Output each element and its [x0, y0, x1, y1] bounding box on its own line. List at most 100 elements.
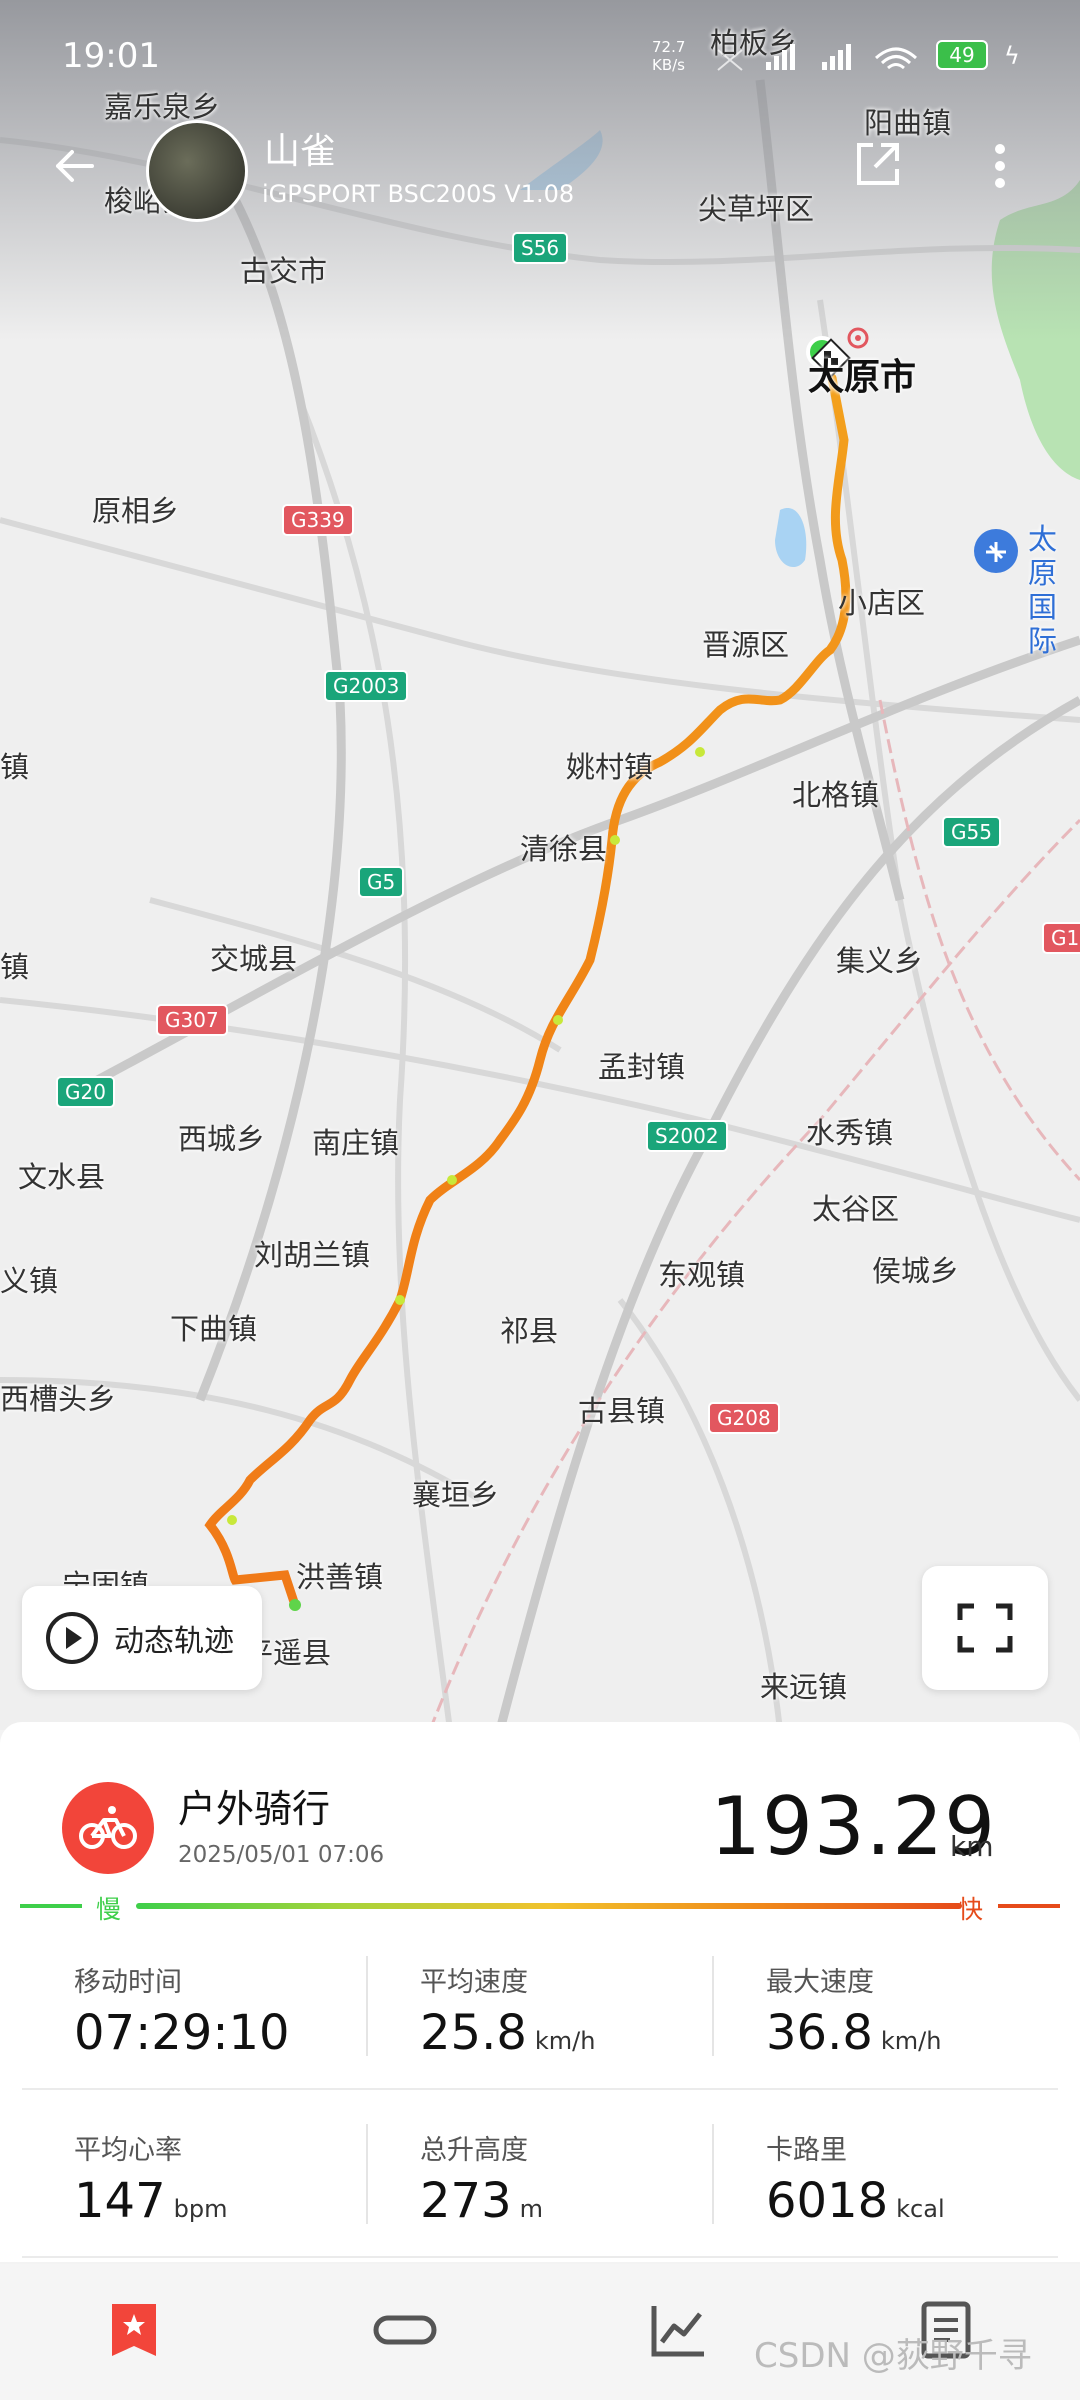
stat-label: 移动时间 [74, 1967, 182, 1998]
status-time: 19:01 [62, 36, 160, 76]
map-label: 孟封镇 [598, 1050, 686, 1084]
activity-date: 2025/05/01 07:06 [178, 1842, 385, 1868]
dynamic-track-label: 动态轨迹 [114, 1624, 234, 1659]
stat-unit: m [519, 2195, 544, 2223]
road-shield: S2002 [646, 1120, 728, 1152]
status-icons [717, 44, 918, 71]
play-icon [46, 1612, 98, 1664]
nav-loop[interactable] [372, 2300, 437, 2360]
nav-bookmark[interactable] [104, 2300, 164, 2360]
back-arrow-icon [56, 150, 94, 182]
map-label: 下曲镇 [170, 1312, 258, 1346]
road-shield: G20 [56, 1076, 115, 1108]
user-name: 山雀 [264, 131, 337, 172]
back-button[interactable] [44, 136, 104, 196]
stat-label: 平均心率 [74, 2135, 182, 2166]
city-label-taiyuan: 太原市 [808, 357, 917, 398]
device-name: iGPSPORT BSC200S V1.08 [262, 180, 575, 208]
chart-icon [651, 2306, 704, 2357]
map-label: 水秀镇 [806, 1116, 894, 1150]
watermark: CSDN @荻野千寻 [754, 2336, 1032, 2376]
bike-icon [79, 1806, 137, 1849]
wifi-icon [874, 47, 918, 70]
route-map[interactable]: 嘉乐泉乡 梭峪乡 古交市 柏板乡 阳曲镇 尖草坪区 太原市 原相乡 太原国际 小… [0, 0, 1080, 1730]
map-label: 交城县 [210, 942, 298, 976]
stat-unit: km/h [880, 2027, 942, 2055]
road-shield: G208 [708, 1402, 780, 1434]
map-label: 镇 [0, 950, 30, 984]
map-label: 古县镇 [578, 1394, 666, 1428]
stat-avg-heart-rate: 平均心率 147 bpm [74, 2128, 374, 2229]
map-label: 祁县 [500, 1314, 559, 1348]
stat-value: 07:29:10 [74, 2005, 290, 2061]
dynamic-track-button[interactable]: 动态轨迹 [22, 1586, 262, 1690]
more-icon [995, 144, 1005, 188]
activity-type-badge [62, 1782, 154, 1874]
map-label: 集义乡 [836, 944, 924, 978]
distance-unit: km [950, 1830, 994, 1863]
legend-line-fast [998, 1904, 1060, 1908]
airport-label: 太原国际 [1028, 522, 1058, 658]
share-button[interactable] [850, 136, 906, 192]
map-label: 西城乡 [178, 1122, 266, 1156]
battery-indicator: 49 [936, 40, 988, 70]
map-label: 东观镇 [658, 1258, 746, 1292]
map-label: 文水县 [18, 1160, 106, 1194]
map-label: 刘胡兰镇 [254, 1238, 371, 1272]
stat-label: 总升高度 [420, 2135, 528, 2166]
bookmark-icon [112, 2304, 156, 2356]
legend-fast-label: 快 [958, 1895, 984, 1924]
stat-value: 6018 [766, 2173, 889, 2229]
road-shield: G10 [1042, 922, 1080, 954]
road-shield: G307 [156, 1004, 228, 1036]
net-speed: 72.7 KB/s [652, 38, 685, 74]
stat-unit: bpm [173, 2195, 228, 2223]
divider [366, 1956, 368, 2056]
nav-chart[interactable] [648, 2300, 708, 2360]
map-label: 原相乡 [92, 494, 180, 528]
loop-icon [373, 2315, 437, 2345]
stat-label: 平均速度 [420, 1967, 528, 1998]
more-button[interactable] [982, 136, 1018, 196]
speed-legend: 慢 快 [20, 1895, 1060, 1926]
map-label: 镇 [0, 750, 30, 784]
net-speed-unit: KB/s [652, 56, 685, 74]
map-label: 北格镇 [792, 778, 880, 812]
legend-line-slow [20, 1904, 82, 1908]
share-icon [857, 143, 899, 185]
road-shield: G55 [942, 816, 1001, 848]
map-label: 晋源区 [702, 628, 790, 662]
stat-moving-time: 移动时间 07:29:10 [74, 1960, 374, 2061]
map-label: 来远镇 [760, 1670, 848, 1704]
row-divider [22, 2088, 1058, 2090]
activity-name: 户外骑行 [178, 1787, 331, 1831]
road-shield: S56 [512, 232, 569, 264]
divider [366, 2124, 368, 2224]
map-label: 古交市 [240, 254, 328, 288]
stat-elevation-gain: 总升高度 273 m [420, 2128, 720, 2229]
road-shield: G5 [358, 866, 405, 898]
stat-unit: km/h [534, 2027, 596, 2055]
legend-gradient [136, 1903, 962, 1909]
map-label: 姚村镇 [566, 750, 654, 784]
map-label: 尖草坪区 [698, 192, 815, 226]
road-shield: G339 [282, 504, 354, 536]
map-label: 襄垣乡 [412, 1478, 500, 1512]
map-label: 洪善镇 [296, 1560, 384, 1594]
stat-value: 36.8 [766, 2005, 873, 2061]
net-speed-value: 72.7 [652, 38, 686, 56]
stat-label: 最大速度 [766, 1967, 874, 1998]
map-label: 小店区 [838, 586, 926, 620]
stat-avg-speed: 平均速度 25.8 km/h [420, 1960, 720, 2061]
fullscreen-icon [957, 1603, 1013, 1653]
fullscreen-button[interactable] [922, 1566, 1048, 1690]
avatar[interactable] [146, 120, 248, 222]
divider [712, 1956, 714, 2056]
stat-unit: kcal [896, 2195, 945, 2223]
map-label: 南庄镇 [312, 1126, 400, 1160]
charging-icon: ϟ [1004, 42, 1020, 70]
stat-label: 卡路里 [766, 2135, 847, 2166]
legend-slow-label: 慢 [96, 1895, 122, 1924]
divider [712, 2124, 714, 2224]
stat-value: 147 [74, 2173, 166, 2229]
